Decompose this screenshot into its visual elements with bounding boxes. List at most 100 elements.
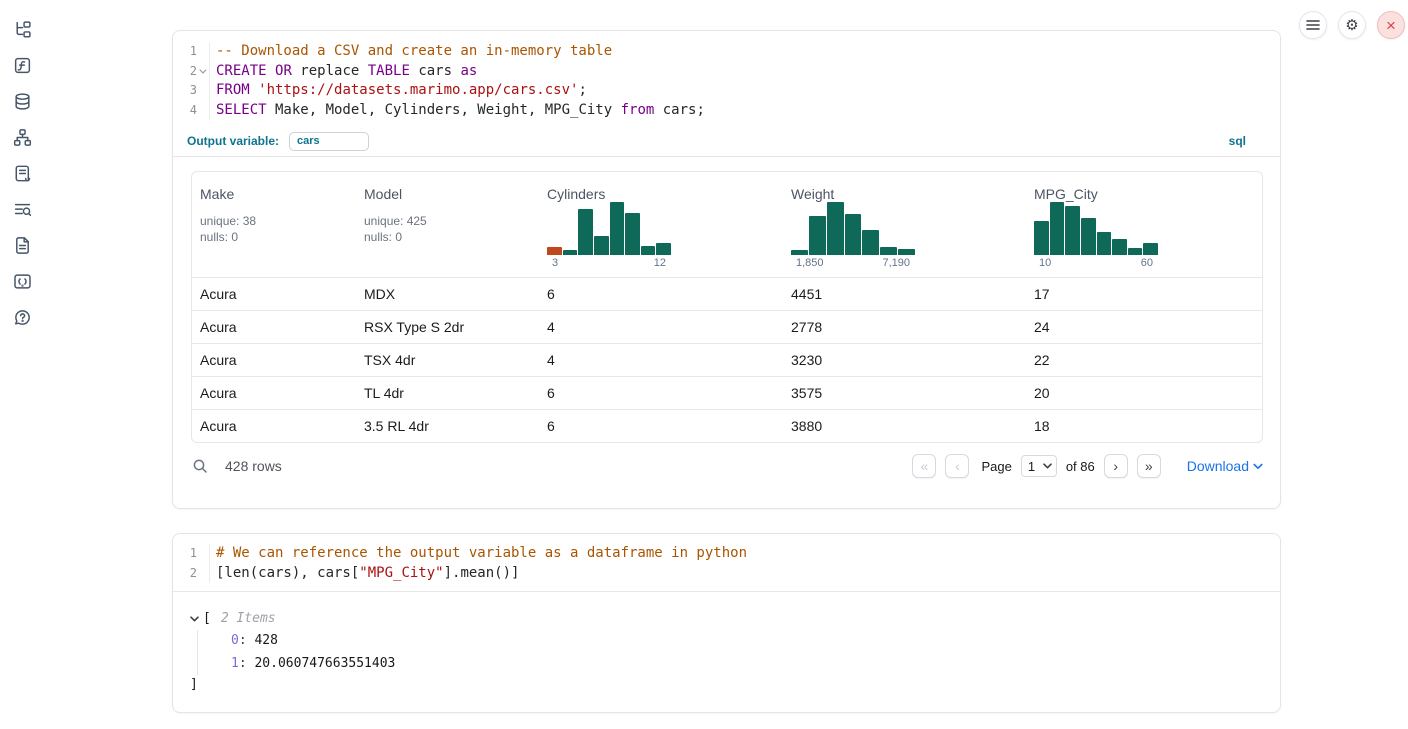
page-total-label: of 86 (1066, 459, 1095, 474)
code-line: 1 -- Download a CSV and create an in-memo… (173, 42, 1280, 62)
tree-children: 0: 4281: 20.060747663551403 (197, 630, 1280, 675)
column-header-make[interactable]: Makeunique: 38nulls: 0 (192, 172, 356, 277)
tree-item-value: 428 (254, 633, 277, 648)
histogram-bar (656, 243, 671, 255)
column-label: Model (364, 186, 531, 202)
table-cell: 4451 (783, 278, 1026, 310)
menu-icon (1306, 19, 1320, 31)
column-histogram: 312 (547, 202, 671, 269)
fold-spacer (197, 81, 209, 101)
snippets-icon (13, 272, 32, 296)
items-count-label: 2 Items (221, 608, 276, 630)
histogram-bar (1081, 218, 1096, 255)
settings-button[interactable]: ⚙ (1338, 11, 1366, 39)
table-header: Makeunique: 38nulls: 0 Model unique: 425nu… (192, 172, 1262, 278)
table-cell: Acura (192, 344, 356, 376)
last-page-button[interactable]: » (1137, 454, 1161, 478)
function-button[interactable] (11, 58, 33, 78)
histogram-bar (1097, 232, 1112, 255)
close-bracket: ] (190, 675, 1280, 695)
python-code-editor[interactable]: 1# We can reference the output variable … (173, 534, 1280, 592)
help-button[interactable] (11, 310, 33, 330)
tree-item: 0: 428 (231, 630, 1280, 653)
table-row[interactable]: AcuraTSX 4dr4323022 (192, 344, 1262, 377)
code-content: [len(cars), cars["MPG_City"].mean()] (209, 564, 1280, 584)
snippets-button[interactable] (11, 274, 33, 294)
help-icon (13, 308, 32, 332)
column-header-model[interactable]: Model unique: 425nulls: 0 (356, 172, 539, 277)
collapse-toggle[interactable] (190, 616, 203, 622)
menu-button[interactable] (1299, 11, 1327, 39)
column-header-mpg_city[interactable]: MPG_City1060 (1026, 172, 1262, 277)
output-variable-row: Output variable: sql (173, 126, 1280, 157)
table-cell: Acura (192, 410, 356, 442)
chevron-down-icon (199, 69, 207, 74)
table-row[interactable]: Acura3.5 RL 4dr6388018 (192, 410, 1262, 442)
code-token: SELECT (216, 102, 267, 118)
database-button[interactable] (11, 94, 33, 114)
dependency-graph-button[interactable] (11, 130, 33, 150)
histogram-bar (641, 246, 656, 255)
language-badge[interactable]: sql (1229, 134, 1246, 148)
output-tree: [ 2 Items 0: 4281: 20.060747663551403 ] (173, 592, 1280, 695)
table-row[interactable]: AcuraRSX Type S 2dr4277824 (192, 311, 1262, 344)
tree-item-colon: : (239, 656, 255, 671)
file-tree-button[interactable] (11, 22, 33, 42)
output-variable-label: Output variable: (187, 134, 279, 148)
sql-code-editor[interactable]: 1 -- Download a CSV and create an in-memo… (173, 31, 1280, 126)
column-label: Cylinders (547, 186, 775, 202)
list-search-button[interactable] (11, 202, 33, 222)
chevron-down-icon (1253, 463, 1263, 470)
line-number: 1 (173, 42, 197, 62)
column-stats: unique: 425nulls: 0 (364, 213, 531, 245)
column-header-cylinders[interactable]: Cylinders 312 (539, 172, 783, 277)
shutdown-button[interactable]: × (1377, 11, 1405, 39)
table-cell: 2778 (783, 311, 1026, 343)
column-histogram: 1,8507,190 (791, 202, 915, 269)
code-token: cars; (654, 102, 705, 118)
histogram-bar (827, 202, 844, 255)
code-token (250, 82, 258, 98)
column-stat: unique: 425 (364, 213, 531, 229)
line-number: 3 (173, 81, 197, 101)
database-icon (13, 92, 32, 116)
page-select[interactable]: 1 (1021, 455, 1057, 477)
histogram-bar (547, 247, 562, 255)
table-cell: 6 (539, 278, 783, 310)
document-button[interactable] (11, 238, 33, 258)
table-cell: 3230 (783, 344, 1026, 376)
code-token: cars (410, 63, 461, 79)
chevron-down-icon (1043, 463, 1052, 469)
histogram-bar (578, 209, 593, 255)
axis-min-label: 3 (552, 257, 558, 269)
first-page-button[interactable]: « (912, 454, 936, 478)
topbar: ⚙ × (1299, 11, 1405, 39)
line-number: 4 (173, 101, 197, 121)
table-row[interactable]: AcuraTL 4dr6357520 (192, 377, 1262, 410)
search-button[interactable] (191, 457, 209, 475)
download-button[interactable]: Download (1187, 458, 1263, 474)
line-number: 2 (173, 62, 197, 82)
sidebar (0, 0, 44, 729)
dependency-graph-icon (13, 128, 32, 152)
open-bracket: [ (203, 608, 211, 630)
column-header-weight[interactable]: Weight1,8507,190 (783, 172, 1026, 277)
tree-item-key: 1 (231, 656, 239, 671)
page-select-value: 1 (1028, 459, 1035, 474)
table-cell: 22 (1026, 344, 1262, 376)
next-page-button[interactable]: › (1104, 454, 1128, 478)
histogram-bar (862, 230, 879, 255)
code-content: CREATE OR replace TABLE cars as (209, 62, 1280, 82)
previous-page-button[interactable]: ‹ (945, 454, 969, 478)
axis-min-label: 10 (1039, 257, 1051, 269)
table-row[interactable]: AcuraMDX6445117 (192, 278, 1262, 311)
output-variable-input[interactable] (289, 132, 369, 151)
table-cell: 20 (1026, 377, 1262, 409)
code-content: # We can reference the output variable a… (209, 544, 1280, 564)
code-token: ; (578, 82, 586, 98)
column-histogram: 1060 (1034, 202, 1158, 269)
code-content: -- Download a CSV and create an in-memor… (209, 42, 1280, 62)
fold-toggle[interactable] (197, 62, 209, 82)
histogram-axis: 312 (547, 255, 671, 269)
scroll-button[interactable] (11, 166, 33, 186)
